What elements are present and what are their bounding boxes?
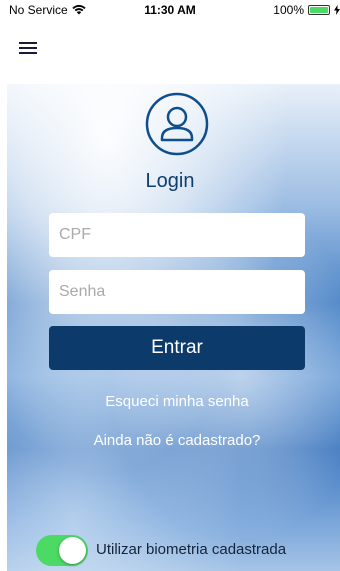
biometric-toggle[interactable] [36,535,88,566]
forgot-password-link[interactable]: Esqueci minha senha [0,393,340,410]
login-button[interactable]: Entrar [49,326,305,370]
battery-fill [310,7,328,13]
cpf-input[interactable] [49,213,305,257]
status-right: 100% [273,3,340,17]
register-link[interactable]: Ainda não é cadastrado? [0,432,340,449]
user-circle-icon [145,92,209,156]
battery-percent: 100% [273,3,304,17]
hamburger-menu-icon[interactable] [19,42,37,56]
biometric-label: Utilizar biometria cadastrada [96,541,287,558]
toggle-knob [59,537,86,564]
battery-icon [308,5,330,15]
status-bar: No Service 11:30 AM 100% [0,0,340,20]
nav-bar [0,20,340,84]
charging-icon [334,5,340,15]
password-input[interactable] [49,270,305,314]
login-title: Login [145,170,195,192]
